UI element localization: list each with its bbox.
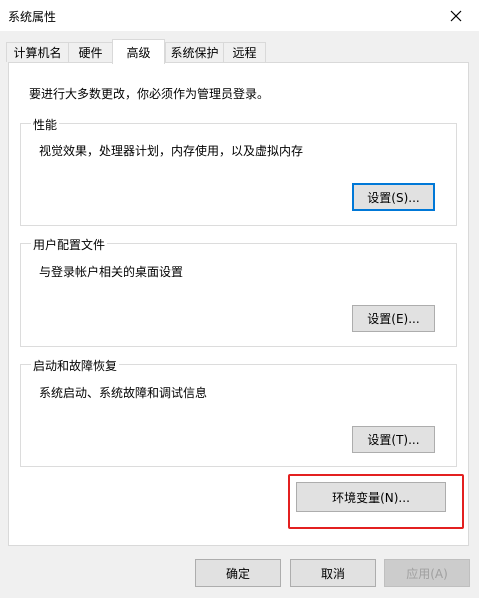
- tab-remote[interactable]: 远程: [223, 42, 266, 62]
- tab-computer-name[interactable]: 计算机名: [6, 42, 69, 62]
- performance-desc: 视觉效果，处理器计划，内存使用，以及虚拟内存: [39, 144, 304, 158]
- highlight-box: [288, 474, 464, 529]
- performance-settings-button[interactable]: 设置(S)...: [352, 183, 435, 211]
- tab-system-protection[interactable]: 系统保护: [165, 42, 224, 62]
- window-title: 系统属性: [8, 10, 57, 24]
- user-profiles-settings-button[interactable]: 设置(E)...: [352, 305, 435, 332]
- tab-hardware[interactable]: 硬件: [68, 42, 113, 62]
- startup-recovery-title: 启动和故障恢复: [31, 357, 120, 374]
- user-profiles-desc: 与登录帐户相关的桌面设置: [39, 265, 184, 279]
- close-icon: [450, 10, 462, 21]
- tab-advanced[interactable]: 高级: [112, 39, 165, 64]
- close-button[interactable]: [433, 0, 479, 31]
- apply-button[interactable]: 应用(A): [384, 559, 470, 587]
- user-profiles-group: 用户配置文件 与登录帐户相关的桌面设置 设置(E)...: [20, 236, 457, 347]
- performance-title: 性能: [31, 116, 60, 133]
- user-profiles-title: 用户配置文件: [31, 236, 108, 253]
- startup-recovery-group: 启动和故障恢复 系统启动、系统故障和调试信息 设置(T)...: [20, 357, 457, 467]
- startup-recovery-desc: 系统启动、系统故障和调试信息: [39, 386, 208, 400]
- startup-recovery-settings-button[interactable]: 设置(T)...: [352, 426, 435, 453]
- dialog-footer: 确定 取消 应用(A): [0, 547, 479, 598]
- admin-notice: 要进行大多数更改，你必须作为管理员登录。: [29, 87, 270, 101]
- ok-button[interactable]: 确定: [195, 559, 281, 587]
- performance-group: 性能 视觉效果，处理器计划，内存使用，以及虚拟内存 设置(S)...: [20, 116, 457, 226]
- title-bar: 系统属性: [0, 0, 479, 31]
- cancel-button[interactable]: 取消: [290, 559, 376, 587]
